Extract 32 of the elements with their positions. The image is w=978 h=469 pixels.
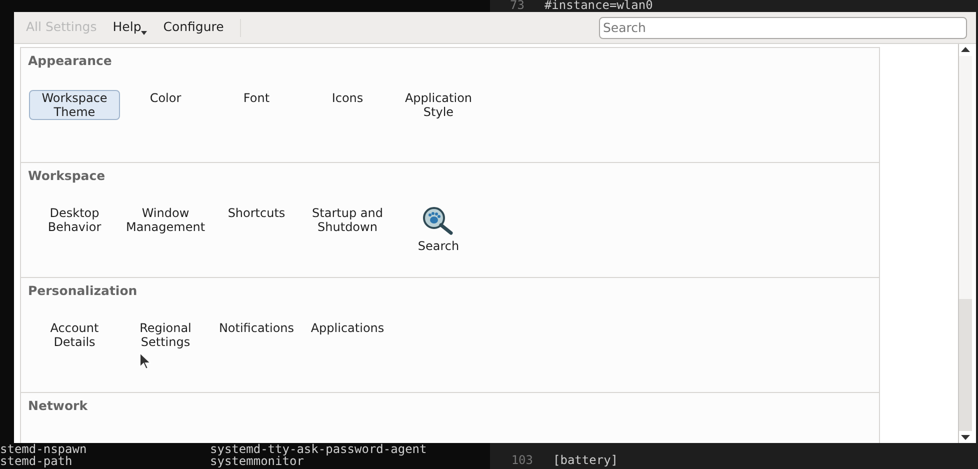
settings-module[interactable]: Search bbox=[412, 204, 464, 254]
settings-module[interactable]: Startup and Shutdown bbox=[302, 204, 393, 254]
toolbar-button[interactable]: Configure bbox=[163, 18, 224, 37]
scrollbar[interactable] bbox=[958, 44, 972, 443]
settings-module[interactable]: Regional Settings bbox=[120, 320, 211, 350]
settings-module[interactable]: Color bbox=[144, 90, 186, 120]
settings-module[interactable]: Application Style bbox=[393, 90, 484, 120]
toolbar-button[interactable]: Help bbox=[112, 18, 148, 37]
category-title: Workspace bbox=[27, 167, 106, 185]
category-title: Appearance bbox=[27, 52, 113, 70]
settings-module[interactable]: Applications bbox=[306, 320, 390, 350]
search-field[interactable]: Search bbox=[599, 16, 967, 38]
settings-module[interactable]: Account Details bbox=[29, 320, 120, 350]
settings-module[interactable]: Notifications bbox=[214, 320, 300, 350]
settings-module[interactable]: Font bbox=[238, 90, 275, 120]
settings-module[interactable]: Window Management bbox=[120, 204, 211, 254]
settings-module[interactable]: Icons bbox=[326, 90, 368, 120]
magnifier-icon bbox=[421, 206, 456, 236]
terminal-text: systemd-tty-ask-password-agent bbox=[210, 443, 427, 455]
category-title: Personalization bbox=[27, 282, 138, 300]
code-line: #instance=wlan0 bbox=[544, 0, 653, 14]
terminal-text: systemmonitor bbox=[210, 455, 304, 467]
category-title: Network bbox=[27, 397, 89, 415]
settings-module[interactable]: Shortcuts bbox=[222, 204, 290, 254]
line-number: 103 bbox=[510, 454, 533, 467]
terminal-text: stemd-nspawn bbox=[0, 443, 88, 455]
mouse-cursor-icon bbox=[139, 352, 151, 370]
line-number: 73 bbox=[510, 0, 524, 14]
settings-module[interactable]: Workspace Theme bbox=[29, 90, 120, 120]
code-line: [battery] bbox=[553, 454, 618, 467]
terminal-text: stemd-path bbox=[0, 455, 72, 467]
settings-module[interactable]: Desktop Behavior bbox=[29, 204, 120, 254]
